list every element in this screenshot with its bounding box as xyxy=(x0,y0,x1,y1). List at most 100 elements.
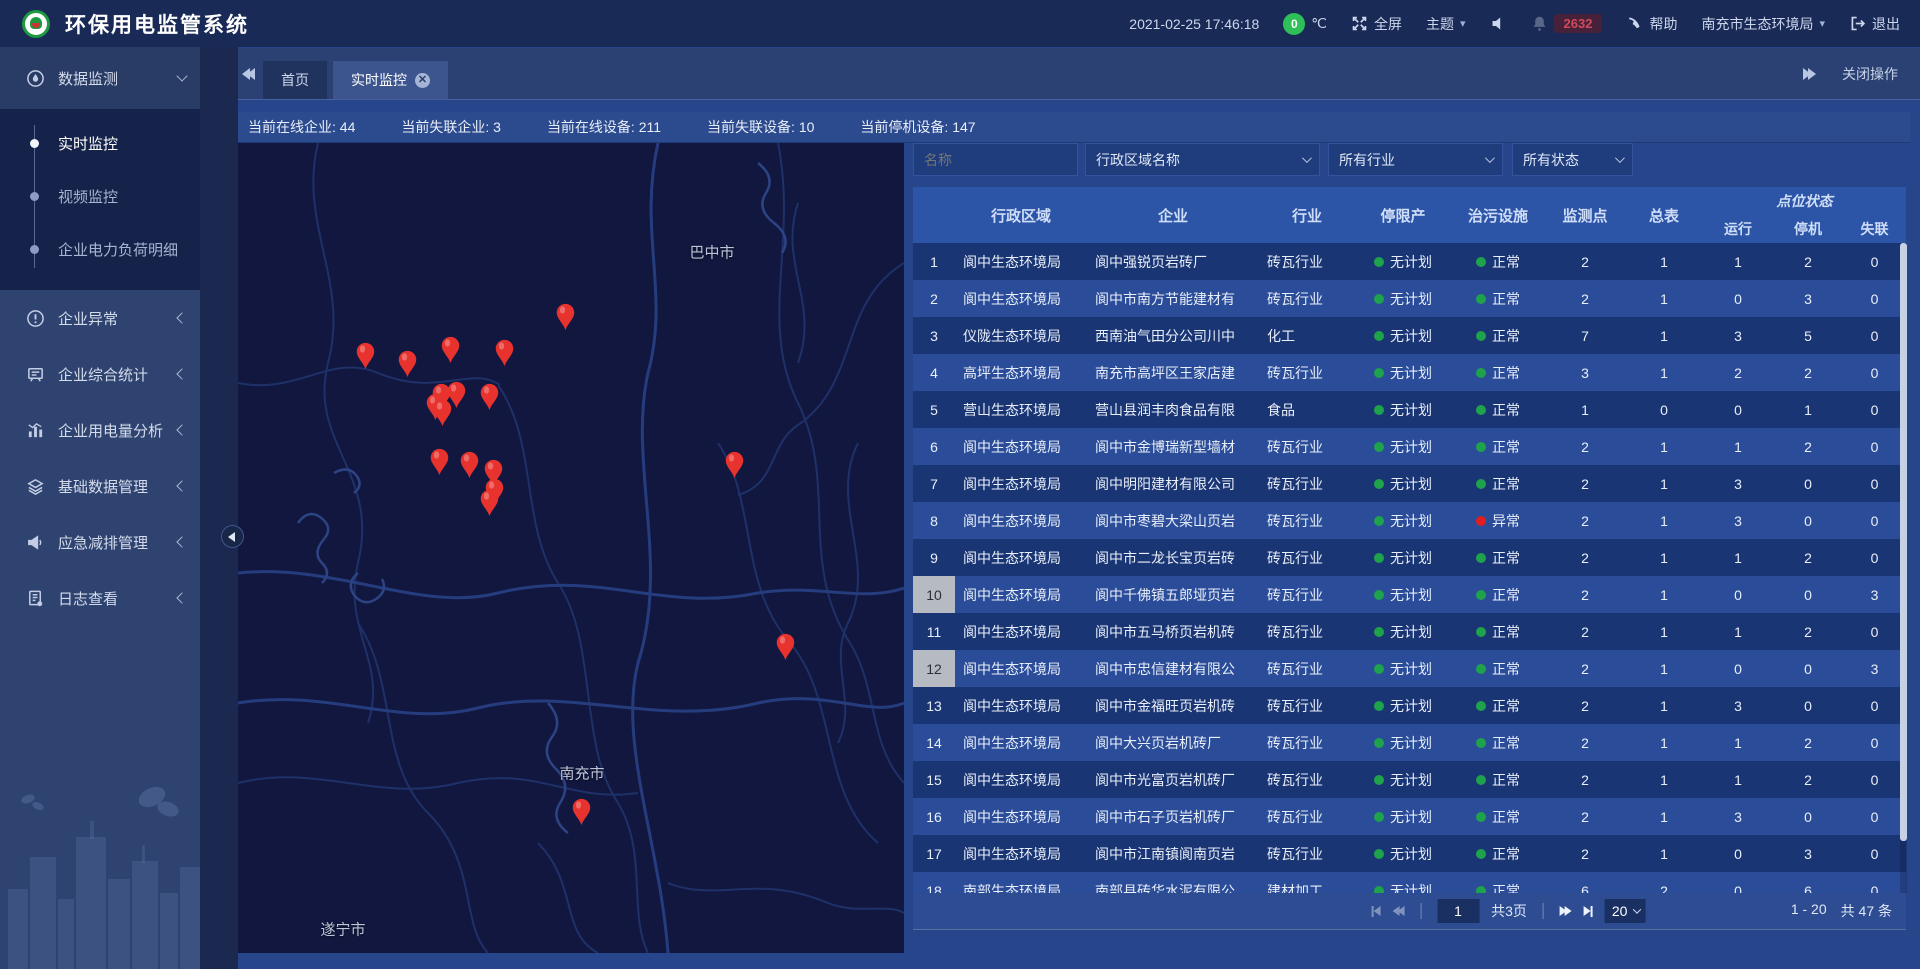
cell-lost: 0 xyxy=(1843,280,1906,317)
cell-industry: 砖瓦行业 xyxy=(1259,354,1355,391)
cell-company: 阆中市石子页岩机砖厂 xyxy=(1087,798,1259,835)
temperature-indicator: 0 ℃ xyxy=(1283,13,1327,35)
sidebar-item-4[interactable]: 基础数据管理 xyxy=(0,458,200,514)
tab-close-icon[interactable]: ✕ xyxy=(415,73,430,88)
cell-main-meter: 1 xyxy=(1625,428,1703,465)
table-row[interactable]: 9阆中生态环境局阆中市二龙长宝页岩砖砖瓦行业无计划正常21120 xyxy=(913,539,1906,576)
cell-stop-status: 无计划 xyxy=(1355,650,1451,687)
table-row[interactable]: 2阆中生态环境局阆中市南方节能建材有砖瓦行业无计划正常21030 xyxy=(913,280,1906,317)
map-marker-icon[interactable] xyxy=(355,342,376,370)
sidebar-subitem-0[interactable]: 实时监控 xyxy=(0,117,200,170)
table-row[interactable]: 3仪陇生态环境局西南油气田分公司川中化工无计划正常71350 xyxy=(913,317,1906,354)
help-button[interactable]: 帮助 xyxy=(1626,14,1677,34)
table-scrollbar[interactable] xyxy=(1900,243,1907,893)
sidebar-subitem-1[interactable]: 视频监控 xyxy=(0,170,200,223)
logout-button[interactable]: 退出 xyxy=(1849,14,1900,34)
cell-index: 2 xyxy=(913,280,955,317)
map-marker-icon[interactable] xyxy=(724,451,745,479)
cell-lost: 0 xyxy=(1843,761,1906,798)
sidebar-item-0[interactable]: 数据监测 xyxy=(0,47,200,109)
table-row[interactable]: 18南部生态环境局南部县砖华水泥有限公建材加工无计划正常62060 xyxy=(913,872,1906,893)
first-page-button[interactable] xyxy=(1371,906,1380,917)
theme-dropdown[interactable]: 主题▾ xyxy=(1426,14,1466,34)
map-marker-icon[interactable] xyxy=(440,336,461,364)
tab-realtime-monitor[interactable]: 实时监控 ✕ xyxy=(333,61,448,99)
cell-main-meter: 1 xyxy=(1625,280,1703,317)
cell-lost: 0 xyxy=(1843,724,1906,761)
org-dropdown[interactable]: 南充市生态环境局▾ xyxy=(1701,14,1825,34)
cell-monitor-points: 2 xyxy=(1545,428,1625,465)
last-page-button[interactable] xyxy=(1584,906,1593,917)
table-row[interactable]: 7阆中生态环境局阆中明阳建材有限公司砖瓦行业无计划正常21300 xyxy=(913,465,1906,502)
sidebar-collapse-button[interactable] xyxy=(221,525,244,548)
status-dot xyxy=(1476,627,1486,637)
sidebar-subitem-2[interactable]: 企业电力负荷明细 xyxy=(0,223,200,276)
scrollbar-thumb[interactable] xyxy=(1900,243,1907,841)
status-select[interactable]: 所有状态 xyxy=(1512,143,1633,176)
tabs-scroll-right-button[interactable] xyxy=(1803,68,1816,80)
map-panel[interactable]: 巴中市南充市遂宁市 xyxy=(238,143,904,953)
gauge-icon xyxy=(26,69,45,88)
map-marker-icon[interactable] xyxy=(479,489,500,517)
page-size-select[interactable]: 20 xyxy=(1605,899,1646,923)
sidebar-item-6[interactable]: 日志查看 xyxy=(0,570,200,626)
map-marker-icon[interactable] xyxy=(555,303,576,331)
table-row[interactable]: 12阆中生态环境局阆中市忠信建材有限公砖瓦行业无计划正常21003 xyxy=(913,650,1906,687)
table-row[interactable]: 8阆中生态环境局阆中市枣碧大梁山页岩砖瓦行业无计划异常21300 xyxy=(913,502,1906,539)
map-marker-icon[interactable] xyxy=(775,633,796,661)
cell-main-meter: 1 xyxy=(1625,798,1703,835)
sidebar-item-3[interactable]: 企业用电量分析 xyxy=(0,402,200,458)
region-select-value: 行政区域名称 xyxy=(1096,150,1180,170)
stat-value: 147 xyxy=(952,119,975,135)
table-row[interactable]: 16阆中生态环境局阆中市石子页岩机砖厂砖瓦行业无计划正常21300 xyxy=(913,798,1906,835)
cell-main-meter: 1 xyxy=(1625,650,1703,687)
table-row[interactable]: 4高坪生态环境局南充市高坪区王家店建砖瓦行业无计划正常31220 xyxy=(913,354,1906,391)
col-region: 行政区域 xyxy=(955,187,1087,243)
city-label: 巴中市 xyxy=(689,242,734,263)
industry-select[interactable]: 所有行业 xyxy=(1328,143,1503,176)
map-marker-icon[interactable] xyxy=(479,383,500,411)
sidebar-item-2[interactable]: 企业综合统计 xyxy=(0,346,200,402)
alarm-counter[interactable]: 2632 xyxy=(1531,14,1603,33)
table-row[interactable]: 10阆中生态环境局阆中千佛镇五郎垭页岩砖瓦行业无计划正常21003 xyxy=(913,576,1906,613)
table-row[interactable]: 5营山生态环境局营山县润丰肉食品有限食品无计划正常10010 xyxy=(913,391,1906,428)
current-page-input[interactable]: 1 xyxy=(1437,899,1479,923)
cell-lost: 0 xyxy=(1843,465,1906,502)
cell-monitor-points: 2 xyxy=(1545,650,1625,687)
status-dot xyxy=(1374,479,1384,489)
name-search-input[interactable] xyxy=(913,143,1078,176)
sidebar-item-1[interactable]: 企业异常 xyxy=(0,290,200,346)
sound-icon[interactable] xyxy=(1490,15,1507,32)
status-dot xyxy=(1476,738,1486,748)
next-page-button[interactable] xyxy=(1560,906,1572,916)
map-marker-icon[interactable] xyxy=(397,350,418,378)
cell-facility-status: 正常 xyxy=(1451,539,1545,576)
table-row[interactable]: 15阆中生态环境局阆中市光富页岩机砖厂砖瓦行业无计划正常21120 xyxy=(913,761,1906,798)
cell-industry: 砖瓦行业 xyxy=(1259,613,1355,650)
tabs-scroll-left-button[interactable] xyxy=(242,68,255,80)
cell-index: 3 xyxy=(913,317,955,354)
close-operations-button[interactable]: 关闭操作 xyxy=(1842,64,1898,84)
map-marker-icon[interactable] xyxy=(494,339,515,367)
chevron-left-icon xyxy=(176,312,187,323)
map-marker-icon[interactable] xyxy=(429,448,450,476)
phone-icon xyxy=(1626,15,1643,32)
sidebar-subitem-label: 视频监控 xyxy=(58,186,118,207)
map-marker-icon[interactable] xyxy=(459,451,480,479)
tab-home[interactable]: 首页 xyxy=(263,61,327,99)
table-row[interactable]: 17阆中生态环境局阆中市江南镇阆南页岩砖瓦行业无计划正常21030 xyxy=(913,835,1906,872)
fullscreen-button[interactable]: 全屏 xyxy=(1351,14,1402,34)
table-row[interactable]: 14阆中生态环境局阆中大兴页岩机砖厂砖瓦行业无计划正常21120 xyxy=(913,724,1906,761)
table-row[interactable]: 6阆中生态环境局阆中市金博瑞新型墙材砖瓦行业无计划正常21120 xyxy=(913,428,1906,465)
sidebar-item-5[interactable]: 应急减排管理 xyxy=(0,514,200,570)
table-row[interactable]: 13阆中生态环境局阆中市金福旺页岩机砖砖瓦行业无计划正常21300 xyxy=(913,687,1906,724)
table-row[interactable]: 11阆中生态环境局阆中市五马桥页岩机砖砖瓦行业无计划正常21120 xyxy=(913,613,1906,650)
status-dot xyxy=(1476,775,1486,785)
prev-page-button[interactable] xyxy=(1392,906,1404,916)
status-dot xyxy=(1476,590,1486,600)
col-lost: 失联 xyxy=(1843,215,1906,243)
map-marker-icon[interactable] xyxy=(432,399,453,427)
region-select[interactable]: 行政区域名称 xyxy=(1085,143,1320,176)
table-row[interactable]: 1阆中生态环境局阆中强锐页岩砖厂砖瓦行业无计划正常21120 xyxy=(913,243,1906,280)
map-marker-icon[interactable] xyxy=(571,798,592,826)
